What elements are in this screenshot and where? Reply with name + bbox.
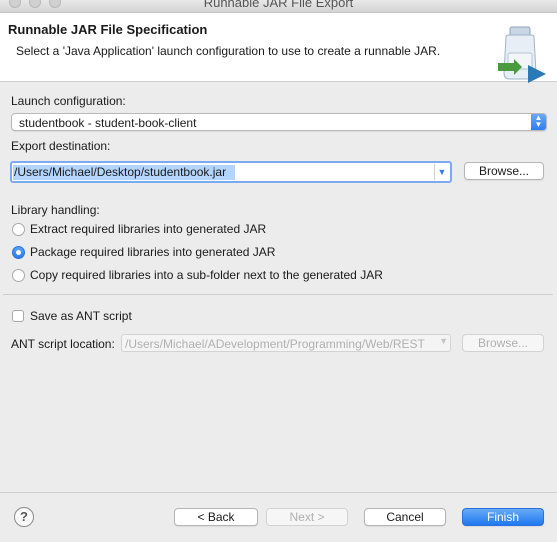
window-title: Runnable JAR File Export [203,0,354,10]
export-destination-value: /Users/Michael/Desktop/studentbook.jar [14,165,227,179]
chevron-down-icon[interactable]: ▼ [434,164,449,180]
launch-config-label: Launch configuration: [11,94,126,108]
export-browse-button[interactable]: Browse... [464,162,544,180]
chevron-updown-icon: ▲ ▼ [531,114,546,130]
library-handling-label: Library handling: [11,203,100,217]
cancel-button[interactable]: Cancel [364,508,446,526]
launch-config-select[interactable]: studentbook - student-book-client ▲ ▼ [11,113,547,131]
extract-libraries-radio[interactable] [12,223,25,236]
export-destination-label: Export destination: [11,139,111,153]
footer-divider [0,492,557,493]
back-button[interactable]: < Back [174,508,258,526]
copy-libraries-label[interactable]: Copy required libraries into a sub-folde… [30,268,383,282]
copy-libraries-radio[interactable] [12,269,25,282]
ant-script-location-input[interactable]: /Users/Michael/ADevelopment/Programming/… [121,334,451,352]
ant-browse-button[interactable]: Browse... [462,334,544,352]
launch-config-value: studentbook - student-book-client [19,116,197,130]
wizard-header: Runnable JAR File Specification Select a… [0,13,557,83]
window-titlebar: Runnable JAR File Export [0,0,557,13]
section-divider [3,294,553,295]
help-icon[interactable]: ? [14,507,34,527]
ant-script-location-label: ANT script location: [11,337,115,351]
extract-libraries-label[interactable]: Extract required libraries into generate… [30,222,266,236]
page-title: Runnable JAR File Specification [8,22,208,37]
save-ant-script-label[interactable]: Save as ANT script [30,309,132,323]
finish-button[interactable]: Finish [462,508,544,526]
page-description: Select a 'Java Application' launch confi… [16,44,441,58]
export-destination-input[interactable]: /Users/Michael/Desktop/studentbook.jar ▼ [10,161,452,183]
chevron-down-icon[interactable]: ▼ [439,336,448,346]
save-ant-script-checkbox[interactable] [12,310,24,322]
next-button[interactable]: Next > [266,508,348,526]
jar-export-icon [498,26,546,83]
package-libraries-label[interactable]: Package required libraries into generate… [30,245,275,259]
ant-script-location-value: /Users/Michael/ADevelopment/Programming/… [125,337,425,351]
package-libraries-radio[interactable] [12,246,25,259]
